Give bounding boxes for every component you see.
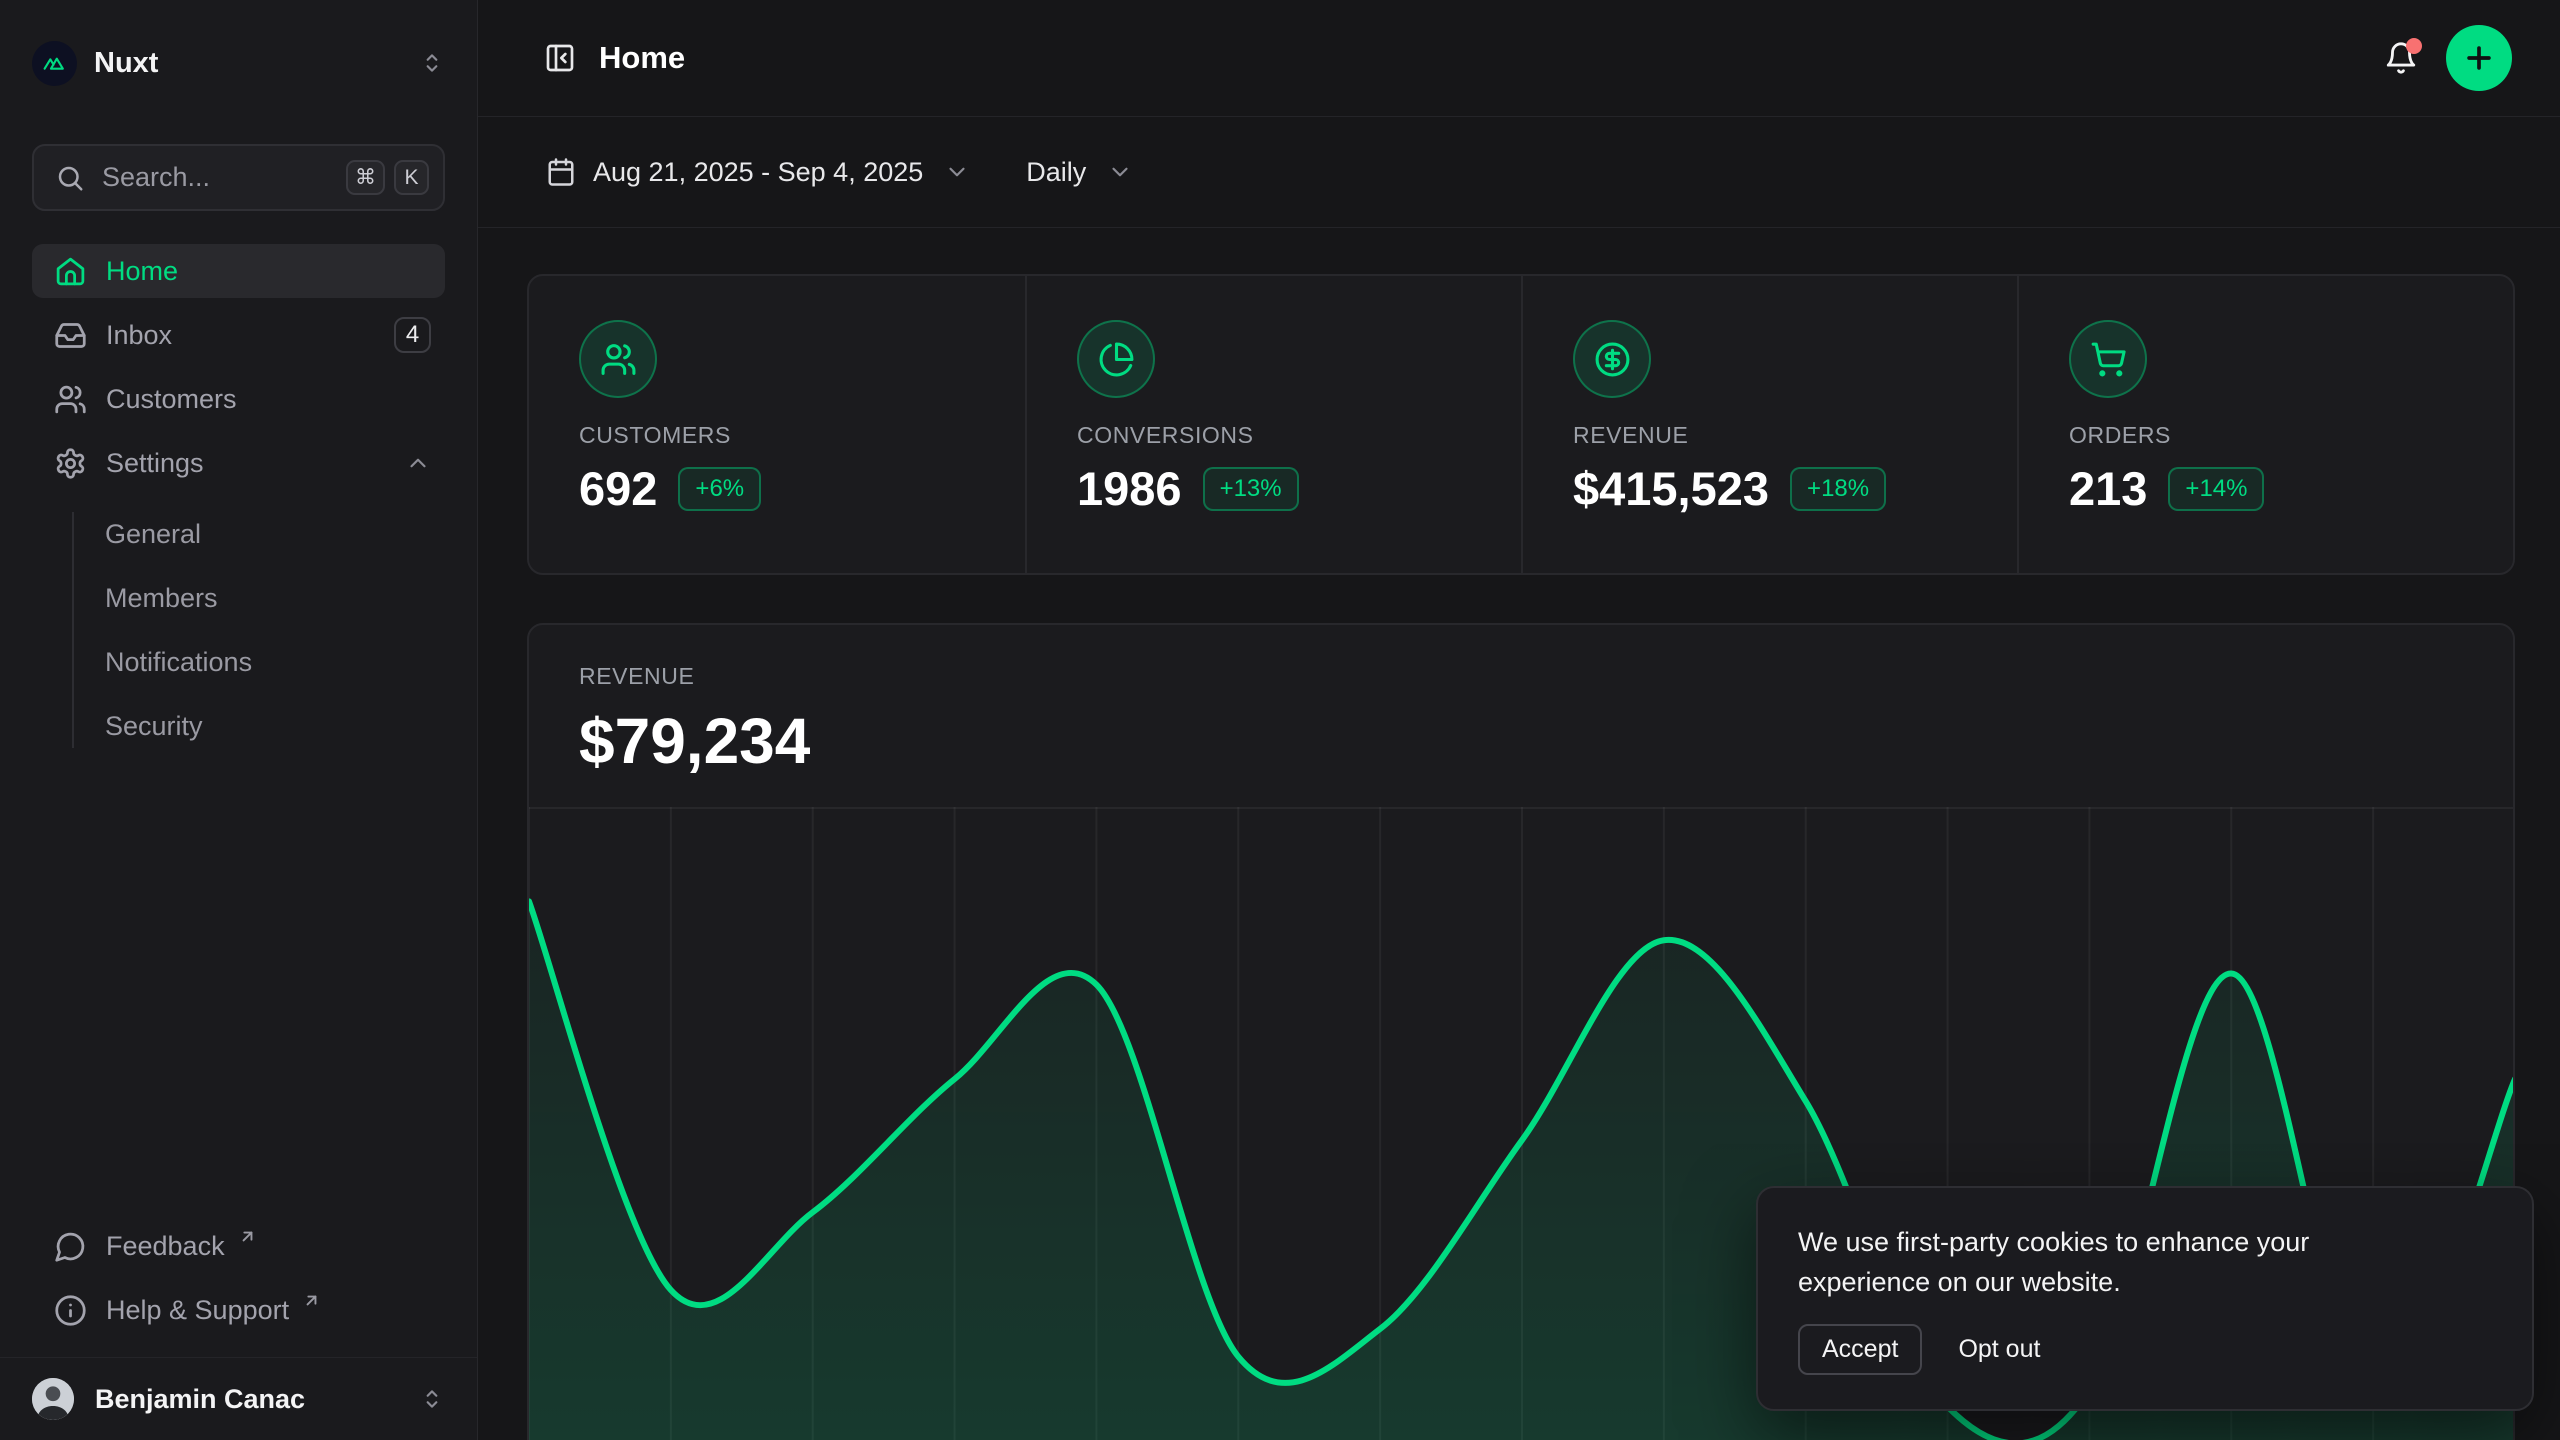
- workspace-name: Nuxt: [94, 47, 158, 80]
- stat-value: 692: [579, 461, 657, 516]
- chevron-up-icon: [405, 450, 431, 476]
- sidebar-item-inbox[interactable]: Inbox 4: [32, 308, 445, 362]
- sidebar-item-feedback[interactable]: Feedback: [32, 1219, 445, 1273]
- info-circle-icon: [54, 1294, 87, 1327]
- users-icon: [54, 383, 87, 416]
- stat-conversions[interactable]: CONVERSIONS 1986 +13%: [1025, 276, 1521, 573]
- external-link-icon: [238, 1227, 257, 1246]
- search-icon: [55, 163, 85, 193]
- sidebar-nav: Home Inbox 4 C: [32, 244, 445, 748]
- header-actions: [2384, 25, 2512, 91]
- chevron-down-icon: [1107, 159, 1133, 185]
- stat-delta-badge: +18%: [1790, 467, 1886, 511]
- revenue-chart-label: REVENUE: [579, 663, 2513, 690]
- opt-out-button[interactable]: Opt out: [1958, 1335, 2040, 1364]
- date-range-label: Aug 21, 2025 - Sep 4, 2025: [593, 157, 923, 188]
- stat-label: ORDERS: [2069, 422, 2513, 449]
- nuxt-logo-icon: [32, 41, 77, 86]
- sidebar-item-label: Help & Support: [106, 1295, 289, 1326]
- stat-revenue[interactable]: REVENUE $415,523 +18%: [1521, 276, 2017, 573]
- stats-card: CUSTOMERS 692 +6% CONVERSIONS 1986: [527, 274, 2515, 575]
- sidebar-spacer: [32, 748, 445, 1219]
- message-bubble-icon: [54, 1230, 87, 1263]
- notification-dot: [2406, 38, 2422, 54]
- dollar-circle-icon: [1573, 320, 1651, 398]
- add-button[interactable]: [2446, 25, 2512, 91]
- sidebar-item-general[interactable]: General: [105, 512, 445, 556]
- gear-icon: [54, 447, 87, 480]
- date-range-picker[interactable]: Aug 21, 2025 - Sep 4, 2025: [546, 157, 970, 188]
- sidebar-item-home[interactable]: Home: [32, 244, 445, 298]
- sidebar-item-members[interactable]: Members: [105, 576, 445, 620]
- cookie-banner: We use first-party cookies to enhance yo…: [1756, 1186, 2534, 1411]
- sidebar-item-label: Settings: [106, 448, 204, 479]
- sidebar-item-label: Home: [106, 256, 178, 287]
- period-select[interactable]: Daily: [1026, 157, 1133, 188]
- stat-orders[interactable]: ORDERS 213 +14%: [2017, 276, 2513, 573]
- kbd-k: K: [394, 160, 429, 195]
- inbox-count-badge: 4: [394, 317, 431, 353]
- user-name: Benjamin Canac: [95, 1384, 305, 1415]
- plus-icon: [2462, 41, 2496, 75]
- stat-label: CONVERSIONS: [1077, 422, 1521, 449]
- stat-value: 1986: [1077, 461, 1182, 516]
- stat-delta-badge: +14%: [2168, 467, 2264, 511]
- sidebar: Nuxt Search... ⌘ K: [0, 0, 478, 1440]
- stat-value: 213: [2069, 461, 2147, 516]
- chevron-down-icon: [944, 159, 970, 185]
- home-icon: [54, 255, 87, 288]
- user-menu[interactable]: Benjamin Canac: [0, 1357, 477, 1440]
- stat-label: CUSTOMERS: [579, 422, 1025, 449]
- period-label: Daily: [1026, 157, 1086, 188]
- chevrons-up-down-icon: [419, 50, 445, 76]
- kbd-cmd: ⌘: [346, 160, 385, 195]
- sidebar-item-help-support[interactable]: Help & Support: [32, 1283, 445, 1337]
- calendar-icon: [546, 157, 576, 187]
- sidebar-item-security[interactable]: Security: [105, 704, 445, 748]
- workspace-switcher[interactable]: Nuxt: [32, 40, 445, 86]
- cookie-message: We use first-party cookies to enhance yo…: [1798, 1222, 2418, 1302]
- stat-customers[interactable]: CUSTOMERS 692 +6%: [529, 276, 1025, 573]
- search-input[interactable]: Search... ⌘ K: [32, 144, 445, 211]
- stat-delta-badge: +6%: [678, 467, 761, 511]
- stat-delta-badge: +13%: [1203, 467, 1299, 511]
- search-placeholder: Search...: [102, 162, 210, 193]
- header: Home: [478, 0, 2560, 117]
- users-icon: [579, 320, 657, 398]
- notifications-button[interactable]: [2384, 41, 2418, 75]
- chevrons-up-down-icon: [419, 1386, 445, 1412]
- panel-left-close-icon: [544, 42, 576, 74]
- sidebar-footer-nav: Feedback Help & Support: [32, 1219, 445, 1357]
- inbox-icon: [54, 319, 87, 352]
- sidebar-collapse-button[interactable]: [544, 42, 576, 74]
- stat-value: $415,523: [1573, 461, 1769, 516]
- filters-bar: Aug 21, 2025 - Sep 4, 2025 Daily: [478, 117, 2560, 228]
- sidebar-item-settings[interactable]: Settings: [32, 436, 445, 490]
- page-title: Home: [599, 40, 685, 76]
- sidebar-item-notifications[interactable]: Notifications: [105, 640, 445, 684]
- shopping-cart-icon: [2069, 320, 2147, 398]
- sidebar-item-label: Feedback: [106, 1231, 225, 1262]
- search-shortcut: ⌘ K: [346, 160, 429, 195]
- sidebar-item-label: Inbox: [106, 320, 172, 351]
- pie-chart-icon: [1077, 320, 1155, 398]
- sidebar-item-customers[interactable]: Customers: [32, 372, 445, 426]
- accept-button[interactable]: Accept: [1798, 1324, 1922, 1375]
- avatar: [32, 1378, 74, 1420]
- revenue-chart-total: $79,234: [579, 704, 2513, 778]
- sidebar-item-label: Customers: [106, 384, 237, 415]
- stat-label: REVENUE: [1573, 422, 2017, 449]
- external-link-icon: [302, 1291, 321, 1310]
- settings-subnav: General Members Notifications Security: [72, 512, 445, 748]
